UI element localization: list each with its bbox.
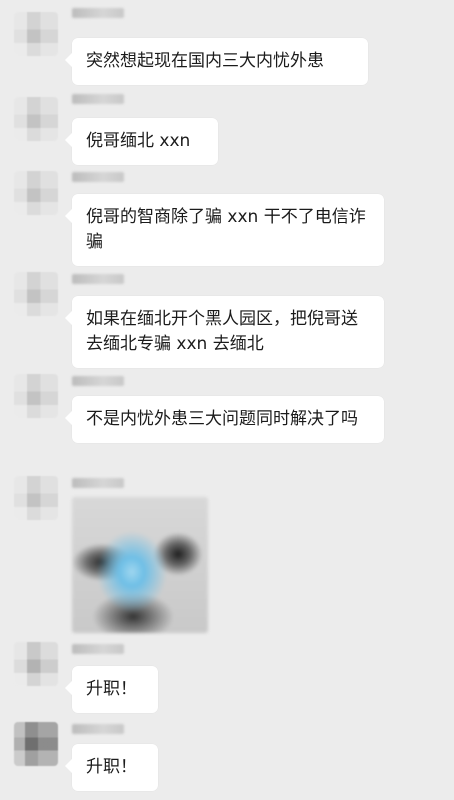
message-bubble[interactable]: 倪哥的智商除了骗 xxn 干不了电信诈骗 [65,194,384,266]
message-text: 不是内忧外患三大问题同时解决了吗 [86,409,358,429]
sender-name [72,94,124,104]
message-bubble[interactable]: 倪哥缅北 xxn [65,118,218,165]
message-bubble[interactable]: 如果在缅北开个黑人园区，把倪哥送去缅北专骗 xxn 去缅北 [65,296,384,368]
avatar[interactable] [14,272,58,316]
avatar[interactable] [14,97,58,141]
sender-name [72,644,124,654]
message-bubble[interactable]: 升职！ [65,744,158,791]
message-bubble[interactable]: 突然想起现在国内三大内忧外患 [65,38,368,85]
message-text: 升职！ [86,679,137,699]
avatar[interactable] [14,476,58,520]
message-text: 倪哥缅北 xxn [86,131,191,151]
message-text: 如果在缅北开个黑人园区，把倪哥送去缅北专骗 xxn 去缅北 [86,309,358,354]
sender-name [72,172,124,182]
avatar[interactable] [14,171,58,215]
sender-name [72,478,124,488]
avatar[interactable] [14,722,58,766]
message-text: 倪哥的智商除了骗 xxn 干不了电信诈骗 [86,207,366,252]
message-bubble[interactable]: 升职！ [65,666,158,713]
sender-name [72,376,124,386]
sender-name [72,724,124,734]
sender-name [72,274,124,284]
avatar[interactable] [14,642,58,686]
message-bubble[interactable]: 不是内忧外患三大问题同时解决了吗 [65,396,384,443]
chat-message-list: 突然想起现在国内三大内忧外患 倪哥缅北 xxn 倪哥的智商除了骗 xxn 干不了… [0,0,454,800]
message-text: 升职！ [86,757,137,777]
image-message[interactable] [72,497,208,633]
message-text: 突然想起现在国内三大内忧外患 [86,51,324,71]
avatar[interactable] [14,12,58,56]
sender-name [72,8,124,18]
avatar[interactable] [14,374,58,418]
